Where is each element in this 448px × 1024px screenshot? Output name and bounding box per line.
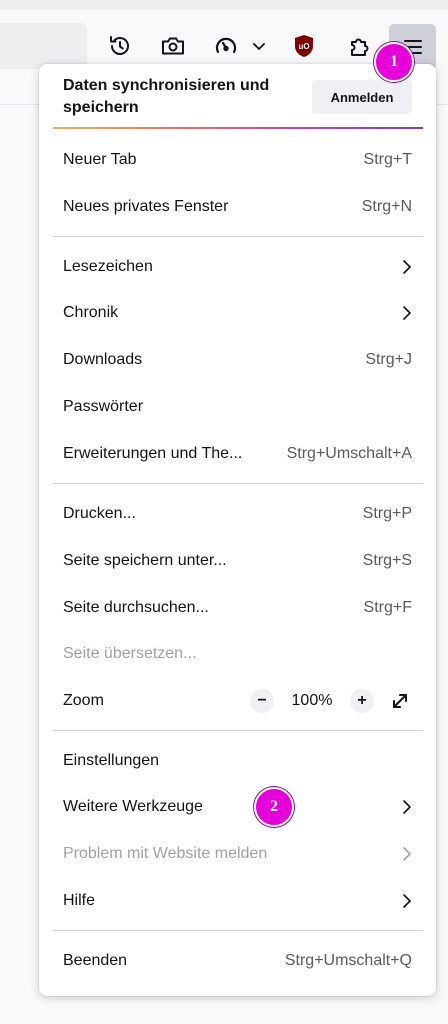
menu-item-label: Seite durchsuchen... — [63, 599, 209, 616]
menu-item-report-site: Problem mit Website melden — [39, 831, 436, 877]
menu-separator — [53, 483, 423, 484]
menu-item-passwords[interactable]: Passwörter — [39, 384, 436, 430]
app-menu-panel: Daten synchronisieren und speichern Anme… — [39, 64, 436, 996]
menu-item-zoom: Zoom − 100% + — [39, 678, 436, 724]
step-badge-2: 2 — [254, 787, 294, 827]
menu-item-label: Chronik — [63, 304, 119, 321]
menu-item-translate-page: Seite übersetzen... — [39, 631, 436, 677]
menu-item-label: Einstellungen — [63, 752, 160, 769]
zoom-out-button[interactable]: − — [250, 689, 274, 713]
menu-item-addons-themes[interactable]: Erweiterungen und The... Strg+Umschalt+A — [39, 431, 436, 477]
menu-item-label: Beenden — [63, 952, 128, 969]
camera-icon[interactable] — [157, 30, 189, 62]
menu-item-shortcut: Strg+Umschalt+A — [286, 445, 412, 462]
chevron-right-icon — [402, 305, 412, 321]
zoom-in-button[interactable]: + — [350, 689, 374, 713]
menu-item-label: Drucken... — [63, 505, 136, 522]
menu-item-label: Seite speichern unter... — [63, 552, 227, 569]
menu-item-shortcut: Strg+T — [363, 151, 412, 168]
chevron-right-icon — [402, 893, 412, 909]
menu-item-label: Neuer Tab — [63, 151, 137, 168]
menu-item-shortcut: Strg+S — [362, 552, 412, 569]
menu-item-label: Seite übersetzen... — [63, 645, 197, 662]
menu-item-downloads[interactable]: Downloads Strg+J — [39, 337, 436, 383]
menu-item-label: Downloads — [63, 351, 143, 368]
menu-item-print[interactable]: Drucken... Strg+P — [39, 491, 436, 537]
menu-item-shortcut: Strg+Umschalt+Q — [284, 952, 412, 969]
menu-separator — [53, 930, 423, 931]
chevron-down-icon[interactable] — [244, 30, 274, 62]
menu-item-bookmarks[interactable]: Lesezeichen — [39, 244, 436, 290]
chevron-right-icon — [402, 846, 412, 862]
fullscreen-icon[interactable] — [388, 689, 412, 713]
menu-separator — [53, 236, 423, 237]
puzzle-icon[interactable] — [344, 30, 376, 62]
svg-text:uO: uO — [298, 42, 309, 51]
menu-item-label: Erweiterungen und The... — [63, 445, 243, 462]
menu-item-new-tab[interactable]: Neuer Tab Strg+T — [39, 137, 436, 183]
speedometer-icon[interactable] — [210, 30, 242, 62]
zoom-controls: − 100% + — [250, 689, 412, 713]
menu-item-shortcut: Strg+P — [362, 505, 412, 522]
chevron-right-icon — [402, 259, 412, 275]
chevron-right-icon — [402, 799, 412, 815]
menu-item-shortcut: Strg+F — [363, 599, 412, 616]
url-bar[interactable] — [0, 23, 87, 69]
menu-item-new-private-window[interactable]: Neues privates Fenster Strg+N — [39, 184, 436, 230]
menu-item-quit[interactable]: Beenden Strg+Umschalt+Q — [39, 938, 436, 984]
sync-title: Daten synchronisieren und speichern — [63, 77, 270, 116]
sync-gradient-divider — [53, 127, 423, 129]
menu-separator — [53, 730, 423, 731]
zoom-level[interactable]: 100% — [274, 692, 350, 710]
menu-item-label: Weitere Werkzeuge — [63, 798, 203, 815]
menu-item-label: Neues privates Fenster — [63, 198, 229, 215]
ublock-shield-icon[interactable]: uO — [288, 30, 320, 62]
window-top-strip — [0, 0, 448, 10]
menu-item-help[interactable]: Hilfe — [39, 878, 436, 924]
menu-item-label: Zoom — [63, 692, 104, 709]
menu-item-shortcut: Strg+J — [365, 351, 412, 368]
menu-item-settings[interactable]: Einstellungen — [39, 738, 436, 784]
menu-item-history[interactable]: Chronik — [39, 290, 436, 336]
menu-item-label: Problem mit Website melden — [63, 845, 268, 862]
signin-button[interactable]: Anmelden — [312, 80, 412, 114]
menu-item-save-page[interactable]: Seite speichern unter... Strg+S — [39, 538, 436, 584]
menu-item-label: Passwörter — [63, 398, 144, 415]
menu-item-more-tools[interactable]: Weitere Werkzeuge — [39, 784, 436, 830]
menu-item-find-in-page[interactable]: Seite durchsuchen... Strg+F — [39, 585, 436, 631]
menu-item-label: Lesezeichen — [63, 258, 153, 275]
step-badge-1: 1 — [374, 42, 414, 82]
menu-item-shortcut: Strg+N — [361, 198, 412, 215]
menu-item-label: Hilfe — [63, 892, 96, 909]
history-icon[interactable] — [104, 30, 136, 62]
